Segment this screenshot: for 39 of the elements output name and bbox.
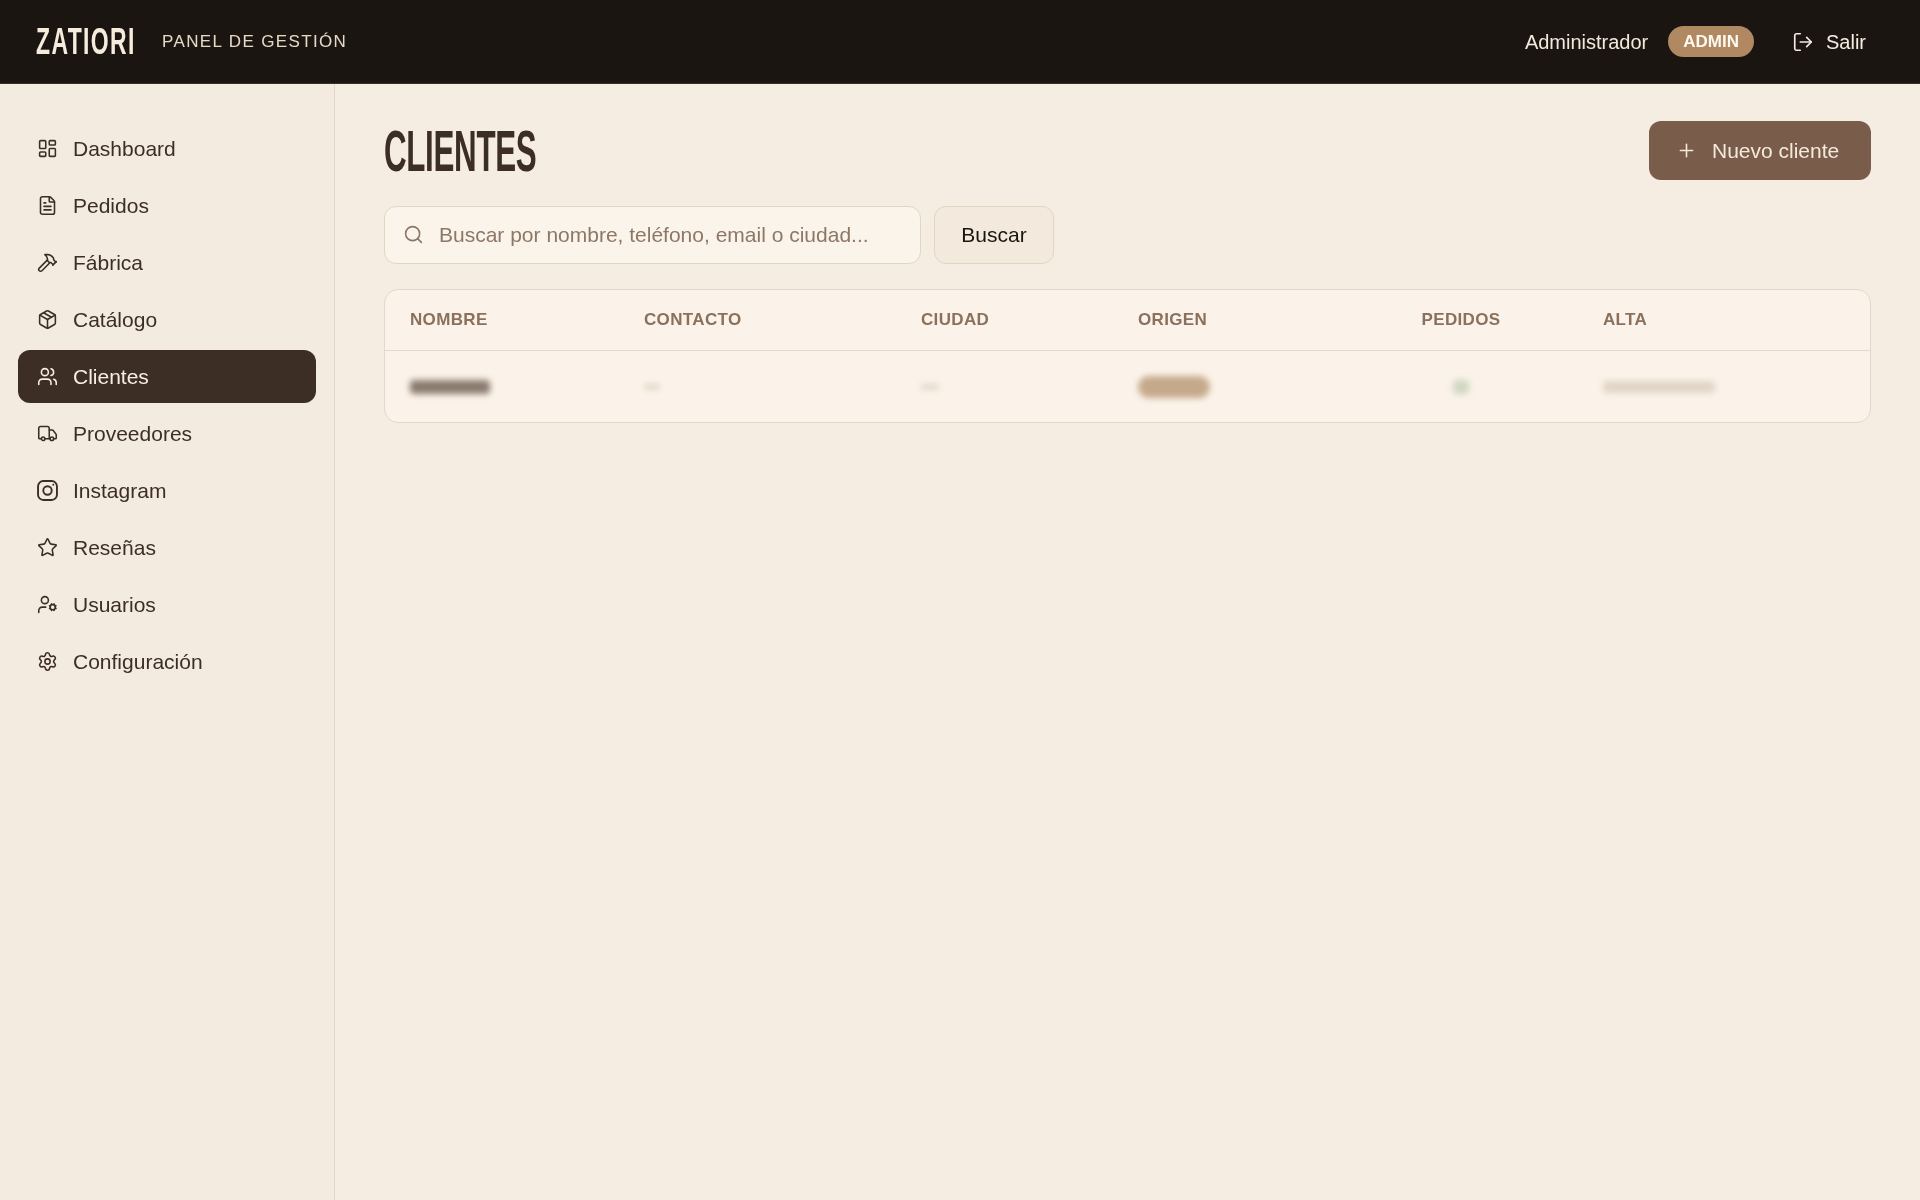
search-field[interactable]: Buscar por nombre, teléfono, email o ciudad... (384, 206, 921, 264)
sidebar-item[interactable]: Instagram (18, 464, 316, 517)
logout-icon (1792, 30, 1814, 53)
user-name: Administrador (1524, 29, 1649, 55)
blurred-text (1138, 375, 1210, 398)
column-header: ALTA (1603, 309, 1648, 332)
truck-icon (37, 423, 58, 444)
star-icon (37, 537, 58, 558)
search-button[interactable]: Buscar (934, 206, 1054, 264)
document-icon (37, 195, 58, 216)
column-header: CIUDAD (921, 309, 990, 332)
sidebar-item[interactable]: Reseñas (18, 521, 316, 574)
sidebar-item[interactable]: Clientes (18, 350, 316, 403)
settings-icon (37, 651, 58, 672)
header-subtitle: PANEL DE GESTIÓN (162, 30, 348, 53)
column-header: ORIGEN (1138, 309, 1208, 332)
sidebar-item[interactable]: Configuración (18, 635, 316, 688)
camera-icon (37, 480, 58, 501)
user-gear-icon (37, 594, 58, 615)
logo: ZATIORI (36, 22, 136, 60)
sidebar-item[interactable]: Dashboard (18, 122, 316, 175)
hammer-icon (37, 252, 58, 273)
column-header: PEDIDOS (1421, 309, 1501, 332)
sidebar-item[interactable]: Catálogo (18, 293, 316, 346)
package-icon (37, 309, 58, 330)
grid-icon (37, 138, 58, 159)
people-icon (37, 366, 58, 387)
sidebar-item[interactable]: Pedidos (18, 179, 316, 232)
sidebar-item[interactable]: Usuarios (18, 578, 316, 631)
role-badge: ADMIN (1668, 26, 1754, 57)
column-header: CONTACTO (644, 309, 742, 332)
search-icon (403, 224, 424, 245)
sidebar-item[interactable]: Fábrica (18, 236, 316, 289)
logout-button[interactable]: Salir (1780, 20, 1878, 63)
sidebar-item[interactable]: Proveedores (18, 407, 316, 460)
blurred-text (1453, 379, 1469, 394)
column-header: NOMBRE (410, 309, 488, 332)
page-title: CLIENTES (384, 121, 537, 180)
new-client-button[interactable]: Nuevo cliente (1649, 121, 1871, 180)
